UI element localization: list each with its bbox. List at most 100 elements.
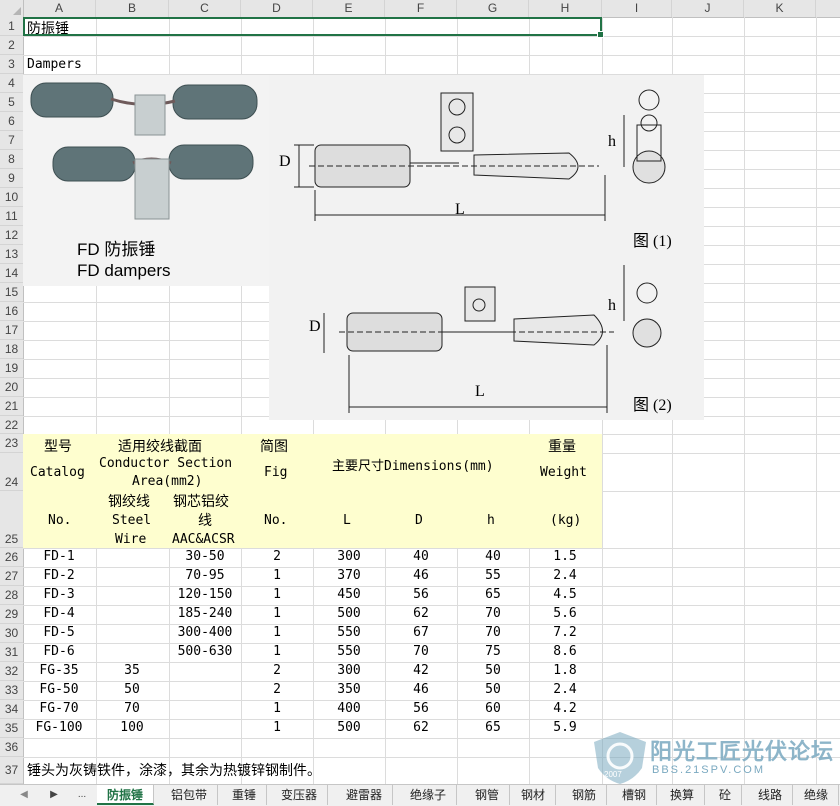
table-cell[interactable]: 400 — [313, 701, 385, 716]
row-header-1[interactable]: 1 — [0, 17, 23, 36]
sheet-tab[interactable]: 槽钢 — [612, 785, 658, 805]
table-cell[interactable]: 46 — [385, 568, 457, 583]
row-header-11[interactable]: 11 — [0, 207, 23, 226]
table-cell[interactable]: 2.4 — [529, 682, 601, 697]
table-cell[interactable]: 56 — [385, 701, 457, 716]
hdr-l[interactable]: L — [343, 513, 351, 528]
table-cell[interactable]: 70 — [457, 606, 529, 621]
table-cell[interactable]: 70 — [96, 701, 168, 716]
sheet-tab[interactable]: 防振锤 — [97, 785, 155, 805]
table-cell[interactable]: 300 — [313, 549, 385, 564]
sheet-tab[interactable]: 变压器 — [271, 785, 329, 805]
table-cell[interactable]: 40 — [457, 549, 529, 564]
table-cell[interactable]: 30-50 — [169, 549, 241, 564]
table-cell[interactable]: 70 — [385, 644, 457, 659]
col-header-h[interactable]: H — [529, 0, 602, 17]
row-header-21[interactable]: 21 — [0, 397, 23, 416]
tab-prev-button[interactable]: ◀ — [14, 785, 34, 805]
table-cell[interactable]: 46 — [385, 682, 457, 697]
table-cell[interactable]: 35 — [96, 663, 168, 678]
row-header-28[interactable]: 28 — [0, 586, 23, 605]
table-cell[interactable]: FD-6 — [23, 644, 95, 659]
table-cell[interactable]: 42 — [385, 663, 457, 678]
col-header-i[interactable]: I — [602, 0, 672, 17]
row-header-17[interactable]: 17 — [0, 321, 23, 340]
table-cell[interactable]: 1 — [241, 644, 313, 659]
table-cell[interactable]: 7.2 — [529, 625, 601, 640]
row-header-13[interactable]: 13 — [0, 245, 23, 264]
table-cell[interactable]: 370 — [313, 568, 385, 583]
table-cell[interactable]: 300-400 — [169, 625, 241, 640]
table-cell[interactable]: 185-240 — [169, 606, 241, 621]
row-header-20[interactable]: 20 — [0, 378, 23, 397]
tab-next-button[interactable]: ▶ — [44, 785, 64, 805]
sheet-tab[interactable]: 绝缘子 — [400, 785, 458, 805]
table-cell[interactable]: 1 — [241, 625, 313, 640]
sheet-tab[interactable]: 绝缘 — [794, 785, 840, 805]
table-cell[interactable]: 450 — [313, 587, 385, 602]
table-cell[interactable]: 2 — [241, 549, 313, 564]
hdr-area[interactable]: Area(mm2) — [132, 474, 202, 489]
col-header-c[interactable]: C — [169, 0, 241, 17]
hdr-conductor-section[interactable]: Conductor Section — [99, 456, 232, 471]
row-header-26[interactable]: 26 — [0, 548, 23, 567]
row-header-23[interactable]: 23 — [0, 434, 23, 453]
col-header-g[interactable]: G — [457, 0, 529, 17]
hdr-wire[interactable]: Wire — [115, 532, 146, 547]
table-cell[interactable]: FG-50 — [23, 682, 95, 697]
table-cell[interactable]: 1 — [241, 701, 313, 716]
table-cell[interactable]: 5.6 — [529, 606, 601, 621]
row-header-36[interactable]: 36 — [0, 738, 23, 757]
table-cell[interactable]: 62 — [385, 606, 457, 621]
table-cell[interactable]: 1 — [241, 720, 313, 735]
table-cell[interactable]: 500 — [313, 606, 385, 621]
table-cell[interactable]: 4.2 — [529, 701, 601, 716]
row-header-10[interactable]: 10 — [0, 188, 23, 207]
selected-cell-a1[interactable] — [23, 17, 604, 38]
table-cell[interactable]: 70-95 — [169, 568, 241, 583]
col-header-f[interactable]: F — [385, 0, 457, 17]
table-cell[interactable]: 65 — [457, 720, 529, 735]
hdr-section-cn[interactable]: 适用绞线截面 — [118, 436, 202, 456]
table-cell[interactable]: 550 — [313, 644, 385, 659]
table-cell[interactable]: FD-3 — [23, 587, 95, 602]
table-cell[interactable]: 350 — [313, 682, 385, 697]
hdr-acsr[interactable]: AAC&ACSR — [172, 532, 235, 547]
row-header-19[interactable]: 19 — [0, 359, 23, 378]
table-cell[interactable]: 120-150 — [169, 587, 241, 602]
table-cell[interactable]: 67 — [385, 625, 457, 640]
hdr-d[interactable]: D — [415, 513, 423, 528]
row-header-27[interactable]: 27 — [0, 567, 23, 586]
sheet-tab[interactable]: 线路 — [748, 785, 794, 805]
hdr-kg[interactable]: (kg) — [550, 513, 581, 528]
hdr-acsr-cn2[interactable]: 线 — [198, 510, 212, 530]
table-cell[interactable]: 55 — [457, 568, 529, 583]
row-header-12[interactable]: 12 — [0, 226, 23, 245]
sheet-tab[interactable]: 换算 — [660, 785, 706, 805]
hdr-h[interactable]: h — [487, 513, 495, 528]
row-header-37[interactable]: 37 — [0, 757, 23, 784]
sheet-tab[interactable]: 避雷器 — [336, 785, 394, 805]
table-cell[interactable]: 500-630 — [169, 644, 241, 659]
table-cell[interactable]: 1.5 — [529, 549, 601, 564]
table-cell[interactable]: FG-70 — [23, 701, 95, 716]
row-header-35[interactable]: 35 — [0, 719, 23, 738]
table-cell[interactable]: FD-2 — [23, 568, 95, 583]
table-cell[interactable]: 2 — [241, 682, 313, 697]
table-cell[interactable]: 1 — [241, 606, 313, 621]
table-cell[interactable]: 50 — [96, 682, 168, 697]
row-header-3[interactable]: 3 — [0, 55, 23, 74]
hdr-acsr-cn[interactable]: 钢芯铝绞 — [173, 491, 229, 511]
table-cell[interactable]: FD-4 — [23, 606, 95, 621]
table-cell[interactable]: 75 — [457, 644, 529, 659]
row-header-15[interactable]: 15 — [0, 283, 23, 302]
sheet-tab[interactable]: 钢筋 — [562, 785, 608, 805]
row-header-6[interactable]: 6 — [0, 112, 23, 131]
col-header-a[interactable]: A — [23, 0, 96, 17]
hdr-no[interactable]: No. — [48, 513, 71, 528]
row-header-14[interactable]: 14 — [0, 264, 23, 283]
hdr-fig-no[interactable]: No. — [264, 513, 287, 528]
table-cell[interactable]: 50 — [457, 682, 529, 697]
row-header-22[interactable]: 22 — [0, 416, 23, 434]
table-cell[interactable]: 4.5 — [529, 587, 601, 602]
